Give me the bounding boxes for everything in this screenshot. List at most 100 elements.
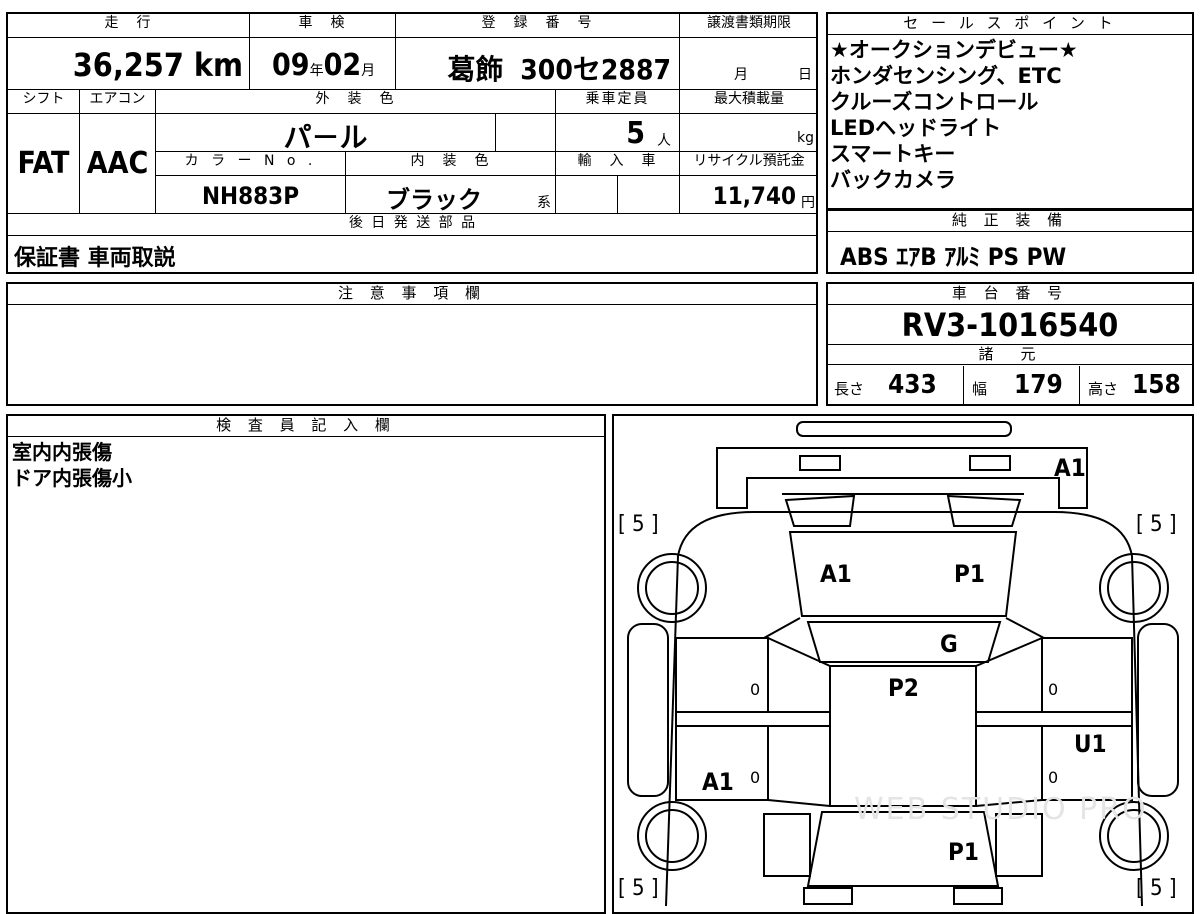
plate-kana: セ <box>572 53 601 86</box>
shift-value: FAT <box>17 146 70 181</box>
tire-mark-front-right: [ 5 ] <box>1136 512 1177 537</box>
inspector-notes-list: 室内内張傷 ドア内張傷小 <box>8 437 604 493</box>
notes-panel: 注 意 事 項 欄 <box>6 282 818 406</box>
genuine-equipment-value: ABS ｴｱB ｱﾙﾐ PS PW <box>840 243 1067 271</box>
inspector-note: 室内内張傷 <box>12 440 112 464</box>
front-end-shape <box>716 447 1088 509</box>
color-no-cell: NH883P <box>156 176 346 214</box>
capacity-unit: 人 <box>657 133 671 149</box>
left-fender-shape <box>627 623 669 797</box>
height-value: 158 <box>1132 370 1181 400</box>
pillar-mark: 0 <box>1048 680 1059 699</box>
max-load-unit: kg <box>797 130 814 146</box>
inspection-year: 09 <box>272 48 310 83</box>
capacity-value: 5 <box>626 116 645 151</box>
right-sill-shape <box>975 711 1133 727</box>
inspection-year-unit: 年 <box>309 63 324 79</box>
windshield-shape <box>806 621 1002 663</box>
sales-point-item: スマートキー <box>830 142 956 166</box>
inspection-header: 車 検 <box>250 14 396 38</box>
mileage-unit: km <box>193 46 243 84</box>
specs-header: 諸 元 <box>828 345 1192 365</box>
exterior-color-header: 外 装 色 <box>156 90 556 114</box>
tire-mark-rear-left: [ 5 ] <box>618 876 659 901</box>
registration-header: 登 録 番 号 <box>396 14 680 38</box>
later-parts-value: 保証書 車両取説 <box>14 246 176 271</box>
rear-light-left <box>803 887 853 905</box>
interior-suffix: 系 <box>537 195 551 211</box>
chassis-panel: 車 台 番 号 RV3-1016540 諸 元 長さ 433 幅 179 高さ … <box>826 282 1194 406</box>
inspection-cell: 09年02月 <box>250 38 396 90</box>
genuine-equipment-header: 純 正 装 備 <box>828 211 1192 232</box>
length-value: 433 <box>888 370 937 400</box>
interior-color-cell: ブラック 系 <box>346 176 556 214</box>
damage-rear: P1 <box>948 838 979 866</box>
recycle-fee-value: 11,740 <box>712 182 796 210</box>
sales-point-item: クルーズコントロール <box>830 90 1039 114</box>
height-cell: 高さ 158 <box>1080 366 1192 406</box>
left-headlight-shape <box>799 455 841 471</box>
car-damage-diagram: [ 5 ] [ 5 ] [ 5 ] [ 5 ] A1 A1 P1 G P2 U1… <box>612 414 1194 914</box>
import-header: 輸 入 車 <box>556 152 680 176</box>
import-cell-a <box>556 176 618 214</box>
right-headlight-shape <box>969 455 1011 471</box>
pillar-mark: 0 <box>1048 768 1059 787</box>
capacity-header: 乗車定員 <box>556 90 680 114</box>
body-right-shape <box>677 511 1143 906</box>
sales-points-header: セ ー ル ス ポ イ ン ト <box>828 14 1192 35</box>
transfer-deadline-header: 譲渡書類期限 <box>680 14 818 38</box>
plate-region: 葛飾 <box>447 53 504 86</box>
damage-hood-right: P1 <box>954 560 985 588</box>
damage-hood-left: A1 <box>820 560 852 588</box>
exterior-color-value: パ－ル <box>283 121 368 154</box>
sales-points-list: ★オークションデビュー★ ホンダセンシング、ETC クルーズコントロール LED… <box>828 35 1192 193</box>
inspector-note: ドア内張傷小 <box>12 466 132 490</box>
interior-color-value: ブラック <box>386 186 482 214</box>
damage-roof: P2 <box>888 674 919 702</box>
recycle-fee-header: リサイクル預託金 <box>680 152 818 176</box>
width-value: 179 <box>1014 370 1063 400</box>
aircon-value: AAC <box>86 146 149 181</box>
left-front-door-shape <box>675 637 769 713</box>
transfer-deadline-cell: 月 日 <box>680 38 818 90</box>
right-front-door-shape <box>1041 637 1133 713</box>
transfer-day-unit: 日 <box>798 67 812 83</box>
shift-cell: FAT <box>8 114 80 214</box>
car-outline-svg <box>627 421 1179 906</box>
vehicle-info-table: 走 行 車 検 登 録 番 号 譲渡書類期限 36,257 km 09年02 月 … <box>6 12 818 274</box>
genuine-equipment-panel: 純 正 装 備 ABS ｴｱB ｱﾙﾐ PS PW <box>826 210 1194 274</box>
inspection-month-unit: 月 <box>361 63 376 79</box>
length-cell: 長さ 433 <box>828 366 964 406</box>
height-label: 高さ <box>1088 380 1119 398</box>
right-fender-shape <box>1137 623 1179 797</box>
tire-mark-front-left: [ 5 ] <box>618 512 659 537</box>
damage-left-rear-door: A1 <box>702 768 734 796</box>
sales-points-panel: セ ー ル ス ポ イ ン ト ★オークションデビュー★ ホンダセンシング、ET… <box>826 12 1194 210</box>
shift-header: シフト <box>8 90 80 114</box>
damage-right-rear-door: U1 <box>1074 730 1107 758</box>
mileage-value: 36,257 <box>72 46 184 84</box>
plate-class: 300 <box>520 53 573 86</box>
damage-front-bumper: A1 <box>1054 454 1086 482</box>
registration-cell: 葛飾 300セ2887 <box>396 38 680 90</box>
interior-color-header: 内 装 色 <box>346 152 556 176</box>
width-cell: 幅 179 <box>964 366 1080 406</box>
later-parts-header: 後 日 発 送 部 品 <box>8 214 818 236</box>
sales-point-item: バックカメラ <box>830 168 956 192</box>
sales-point-item: ホンダセンシング、ETC <box>830 64 1062 88</box>
width-label: 幅 <box>972 380 988 398</box>
rear-light-right <box>953 887 1003 905</box>
color-no-header: カ ラ ー N o . <box>156 152 346 176</box>
transfer-month-unit: 月 <box>734 67 748 83</box>
exterior-color-extra-cell <box>496 114 556 152</box>
import-cell-b <box>618 176 680 214</box>
exterior-color-cell: パ－ル <box>156 114 496 154</box>
tire-mark-rear-right: [ 5 ] <box>1136 876 1177 901</box>
recycle-fee-unit: 円 <box>801 195 815 211</box>
color-no-value: NH883P <box>201 182 300 210</box>
length-label: 長さ <box>834 380 865 398</box>
front-bumper-shape <box>796 421 1012 437</box>
recycle-fee-cell: 11,740 円 <box>680 176 818 214</box>
sales-point-item: LEDヘッドライト <box>830 116 1002 140</box>
max-load-cell: kg <box>680 114 818 152</box>
